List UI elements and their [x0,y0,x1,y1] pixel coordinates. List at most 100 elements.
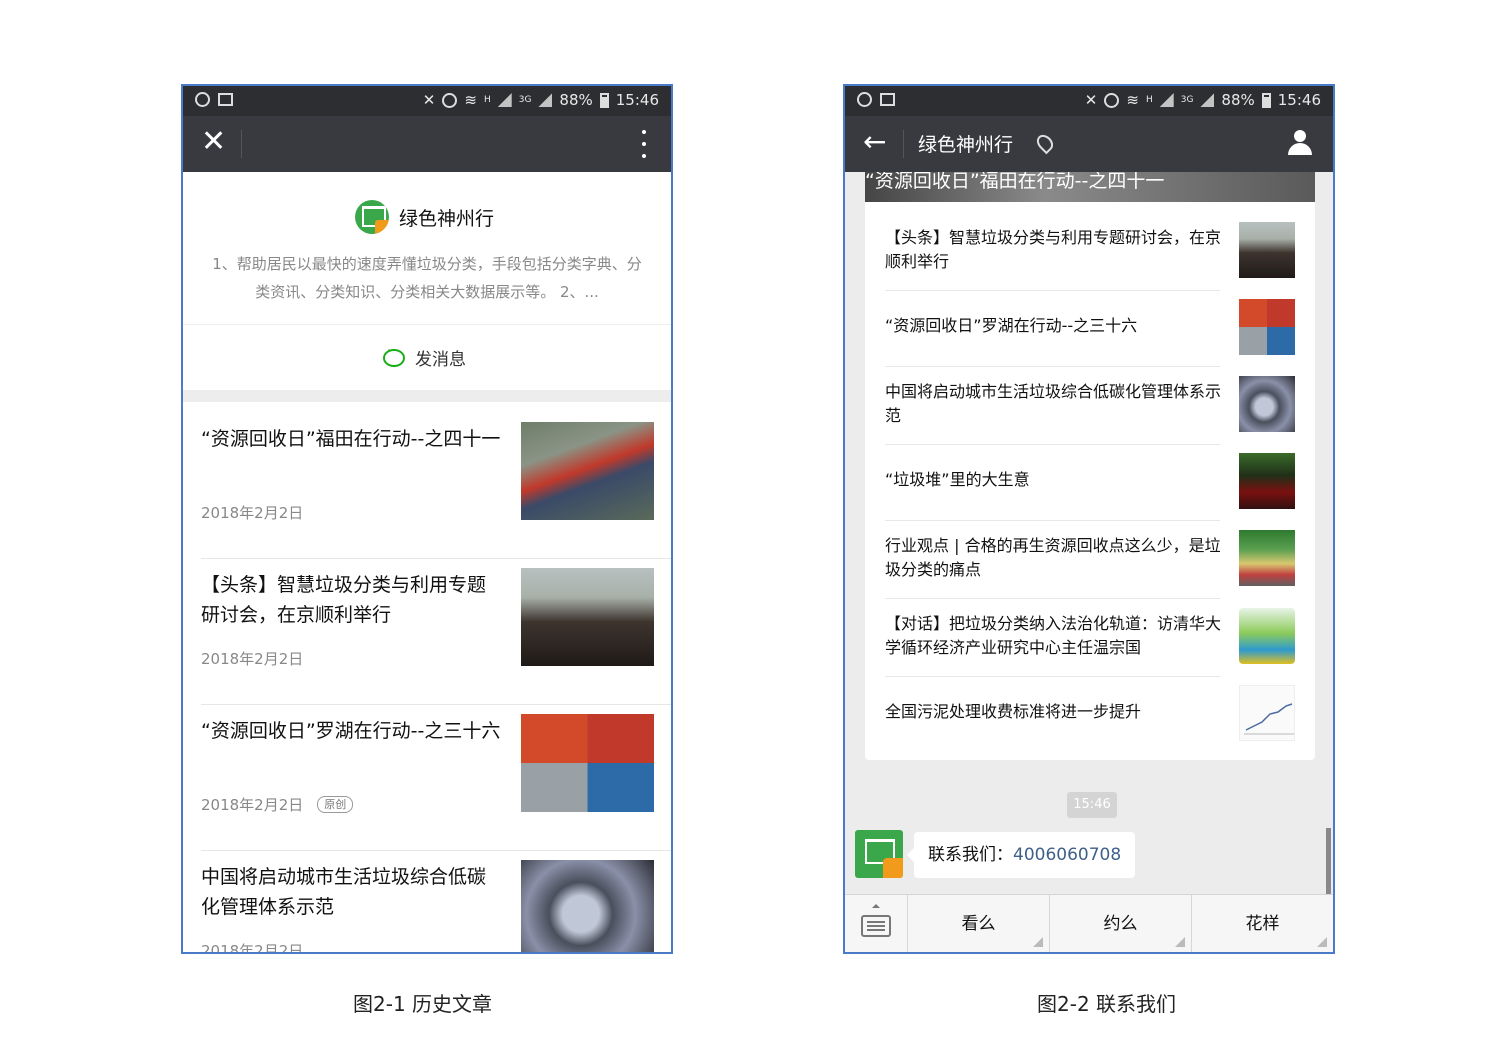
digest-item[interactable]: “垃圾堆”里的大生意 [885,444,1220,521]
article-date-row: 2018年2月2日 原创 [201,794,354,815]
digest-item[interactable]: 中国将启动城市生活垃圾综合低碳化管理体系示范 [885,366,1222,445]
location-pin-icon [1033,131,1057,155]
digest-item-title: “垃圾堆”里的大生意 [885,470,1030,489]
keyboard-toggle[interactable] [845,895,908,952]
alarm-icon [1104,92,1120,108]
digest-item-thumbnail [1239,608,1295,664]
digest-item-title: 全国污泥处理收费标准将进一步提升 [885,702,1142,721]
send-message-label: 发消息 [415,350,466,370]
line-chart-thumbnail-icon [1244,703,1294,735]
digest-item-title: 【头条】智慧垃圾分类与利用专题研讨会，在京顺利举行 [885,228,1222,271]
app-notification-icon [857,92,872,107]
signal-icon [497,93,512,107]
alarm-icon [442,92,458,108]
status-bar: ✕ ≋ H 3G 88% 15:46 [183,86,671,116]
nav-bar: ← 绿色神州行 [845,116,1333,172]
message-time: 15:46 [1067,792,1117,818]
network-label: 3G [518,95,532,105]
article-thumbnail [521,714,654,812]
figure-caption-left: 图2-1 历史文章 [353,992,493,1016]
mute-icon: ✕ [1084,91,1098,109]
battery-percent: 88% [559,91,593,109]
nav-divider [241,130,242,158]
account-name: 绿色神州行 [399,207,495,230]
digest-item-title: “资源回收日”罗湖在行动--之三十六 [885,316,1138,335]
article-date: 2018年2月2日 [201,796,304,814]
digest-item-thumbnail [1239,530,1295,586]
article-date: 2018年2月2日 [201,504,304,522]
digest-item[interactable]: 全国污泥处理收费标准将进一步提升 [885,676,1220,752]
close-icon[interactable]: ✕ [201,127,227,157]
chat-title: 绿色神州行 [918,134,1014,156]
signal-icon-2 [1200,93,1215,107]
article-thumbnail [521,568,654,666]
status-bar: ✕ ≋ H 3G 88% 15:46 [845,86,1333,116]
more-options-icon[interactable] [641,130,647,158]
mute-icon: ✕ [422,91,436,109]
article-title: 中国将启动城市生活垃圾综合低碳化管理体系示范 [201,866,487,918]
wifi-icon: ≋ [464,91,477,109]
digest-item[interactable]: 【对话】把垃圾分类纳入法治化轨道：访清华大学循环经济产业研究中心主任温宗国 [885,598,1222,677]
digest-item-title: 【对话】把垃圾分类纳入法治化轨道：访清华大学循环经济产业研究中心主任温宗国 [885,614,1222,657]
account-logo-icon[interactable] [355,200,389,234]
cover-article[interactable]: “资源回收日”福田在行动--之四十一 [865,172,1315,202]
menu-button-huayang[interactable]: 花样 [1192,895,1333,952]
network-type-label: H [483,95,491,105]
battery-icon [1261,92,1271,108]
caret-up-icon [872,904,880,908]
nav-bar: ✕ [183,116,671,172]
section-gap [183,390,671,402]
phone-contact-us: ✕ ≋ H 3G 88% 15:46 ← 绿色神州行 “资源回收日”福田在行动-… [843,84,1335,954]
custom-menu-bar: 看么 约么 花样 [845,894,1333,952]
digest-item-thumbnail [1239,685,1295,741]
digest-item-thumbnail [1239,376,1295,432]
signal-icon [1159,93,1174,107]
article-item[interactable]: 【头条】智慧垃圾分类与利用专题研讨会，在京顺利举行 2018年2月2日 [201,558,671,705]
message-bubble: 联系我们：4006060708 [906,832,1136,878]
article-date: 2018年2月2日 [201,650,304,668]
cover-article-title: “资源回收日”福田在行动--之四十一 [865,172,1165,192]
article-item[interactable]: “资源回收日”福田在行动--之四十一 2018年2月2日 [201,412,671,559]
signal-icon-2 [538,93,553,107]
keyboard-icon [861,915,891,937]
chat-bubble-icon [383,344,405,367]
article-title: “资源回收日”罗湖在行动--之三十六 [201,720,501,742]
digest-item[interactable]: 行业观点 | 合格的再生资源回收点这么少，是垃圾分类的痛点 [885,520,1221,599]
digest-item-thumbnail [1239,222,1295,278]
digest-item-thumbnail [1239,453,1295,509]
digest-item[interactable]: 【头条】智慧垃圾分类与利用专题研讨会，在京顺利举行 [885,202,1222,291]
scrollbar[interactable] [1326,828,1331,894]
account-description: 1、帮助居民以最快的速度弄懂垃圾分类，手段包括分类字典、分类资讯、分类知识、分类… [212,255,642,301]
article-item[interactable]: “资源回收日”罗湖在行动--之三十六 2018年2月2日 原创 [201,704,671,851]
account-avatar[interactable] [855,830,903,878]
digest-item-title: 行业观点 | 合格的再生资源回收点这么少，是垃圾分类的痛点 [885,536,1221,579]
battery-icon [599,92,609,108]
app-notification-icon [195,92,210,107]
original-badge: 原创 [317,796,354,813]
article-title: “资源回收日”福田在行动--之四十一 [201,428,501,450]
figure-caption-right: 图2-2 联系我们 [1037,992,1177,1016]
clock: 15:46 [1277,91,1321,109]
account-profile: 绿色神州行 1、帮助居民以最快的速度弄懂垃圾分类，手段包括分类字典、分类资讯、分… [183,172,671,324]
contact-label: 联系我们： [928,845,1013,865]
image-notification-icon [218,93,233,106]
article-date: 2018年2月2日 [201,942,304,954]
digest-item-title: 中国将启动城市生活垃圾综合低碳化管理体系示范 [885,382,1222,425]
digest-item-thumbnail [1239,299,1295,355]
menu-button-yueme[interactable]: 约么 [1050,895,1192,952]
profile-icon[interactable] [1287,130,1313,156]
digest-item[interactable]: “资源回收日”罗湖在行动--之三十六 [885,290,1220,367]
article-item[interactable]: 中国将启动城市生活垃圾综合低碳化管理体系示范 2018年2月2日 [201,850,671,954]
back-arrow-icon[interactable]: ← [863,126,886,158]
battery-percent: 88% [1221,91,1255,109]
clock: 15:46 [615,91,659,109]
network-type-label: H [1145,95,1153,105]
wifi-icon: ≋ [1126,91,1139,109]
menu-button-kanme[interactable]: 看么 [908,895,1050,952]
article-thumbnail [521,422,654,520]
phone-number-link[interactable]: 4006060708 [1013,845,1121,865]
image-notification-icon [880,93,895,106]
nav-divider [903,130,904,158]
send-message-button[interactable]: 发消息 [183,324,671,391]
phone-history-articles: ✕ ≋ H 3G 88% 15:46 ✕ 绿色神州行 1、帮助居民以最快的速度弄… [181,84,673,954]
